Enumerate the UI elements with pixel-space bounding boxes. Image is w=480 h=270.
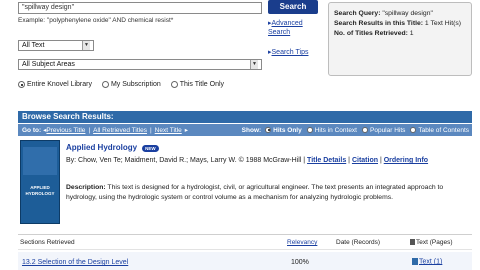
radio-label: This Title Only bbox=[179, 81, 225, 89]
cover-art bbox=[23, 147, 57, 175]
book-authors: By: Chow, Ven Te; Maidment, David R.; Ma… bbox=[66, 157, 306, 164]
goto-label: Go to: bbox=[22, 126, 42, 134]
show-option-label: Hits in Context bbox=[314, 126, 357, 134]
book-byline: By: Chow, Ven Te; Maidment, David R.; Ma… bbox=[66, 157, 429, 164]
ordering-info-link[interactable]: Ordering Info bbox=[384, 157, 428, 164]
radio-label: Entire Knovel Library bbox=[27, 81, 92, 89]
show-hits-in-context[interactable]: Hits in Context bbox=[306, 126, 357, 134]
show-popular-hits[interactable]: Popular Hits bbox=[362, 127, 405, 134]
radio-empty-icon bbox=[410, 126, 417, 133]
subject-select[interactable]: All Subject Areas ▼ bbox=[18, 59, 262, 70]
search-scope-radios: Entire Knovel Library My Subscription Th… bbox=[18, 81, 278, 88]
browse-results-bar: Browse Search Results: bbox=[18, 111, 472, 123]
advanced-search-link-wrap[interactable]: ▸Advanced Search bbox=[268, 19, 318, 37]
section-link[interactable]: 13.2 Selection of the Design Level bbox=[22, 259, 128, 266]
search-summary-box: Search Query: "spillway design" Search R… bbox=[328, 2, 472, 76]
col-relevancy-header[interactable]: Relevancy bbox=[287, 239, 317, 246]
browse-results-title: Browse Search Results: bbox=[22, 112, 114, 121]
show-hits-only[interactable]: Hits Only bbox=[265, 127, 302, 134]
search-input[interactable]: "spillway design" bbox=[18, 2, 262, 14]
radio-selected-icon bbox=[18, 81, 25, 88]
description-label: Description: bbox=[66, 184, 106, 191]
title-details-link[interactable]: Title Details bbox=[307, 157, 346, 164]
col-text-label: Text (Pages) bbox=[416, 239, 453, 246]
search-button[interactable]: Search bbox=[268, 0, 318, 14]
cover-title: APPLIED HYDROLOGY bbox=[21, 185, 59, 197]
summary-titles-label: No. of Titles Retrieved: bbox=[334, 30, 408, 37]
results-toolbar: Go to: ◂ Previous Title | All Retrieved Ti… bbox=[18, 124, 472, 136]
radio-my-subscription[interactable]: My Subscription bbox=[101, 81, 161, 89]
chevron-down-icon: ▼ bbox=[82, 41, 90, 50]
show-option-label: Table of Contents bbox=[418, 126, 469, 134]
show-option-label: Popular Hits bbox=[370, 126, 406, 134]
radio-empty-icon bbox=[306, 126, 313, 133]
relevancy-value: 100% bbox=[291, 259, 309, 266]
show-table-of-contents[interactable]: Table of Contents bbox=[410, 127, 469, 134]
book-title-link[interactable]: Applied Hydrology bbox=[66, 143, 137, 152]
arrow-right-icon: ▸ bbox=[184, 127, 189, 134]
text-hits-cell[interactable]: Text (1) bbox=[412, 258, 442, 265]
search-example-text: Example: "polyphenylene oxide" AND chemi… bbox=[18, 17, 174, 24]
radio-empty-icon bbox=[101, 81, 109, 88]
search-tips-link[interactable]: Search Tips bbox=[272, 49, 309, 56]
radio-this-title[interactable]: This Title Only bbox=[170, 81, 225, 89]
radio-empty-icon bbox=[170, 81, 178, 88]
description-text: This text is designed for a hydrologist,… bbox=[66, 184, 444, 201]
col-text-header: Text (Pages) bbox=[410, 239, 453, 246]
radio-entire-library[interactable]: Entire Knovel Library bbox=[18, 81, 92, 88]
next-title-link[interactable]: Next Title bbox=[155, 127, 182, 134]
radio-empty-icon bbox=[362, 126, 368, 133]
text-hits-link[interactable]: Text (1) bbox=[419, 258, 442, 265]
table-divider bbox=[18, 234, 472, 235]
advanced-search-link[interactable]: Advanced Search bbox=[268, 20, 303, 36]
book-title-row: Applied Hydrology NEW bbox=[66, 143, 186, 152]
show-label: Show: bbox=[241, 126, 262, 134]
previous-title-link[interactable]: Previous Title bbox=[46, 127, 85, 134]
summary-titles-value: 1 bbox=[409, 30, 414, 37]
col-date-header: Date (Records) bbox=[336, 239, 381, 246]
subject-select-value: All Subject Areas bbox=[22, 61, 75, 68]
citation-link[interactable]: Citation bbox=[352, 157, 378, 164]
book-description: Description: This text is designed for a… bbox=[66, 183, 470, 202]
table-header-divider bbox=[18, 249, 472, 250]
scope-select-value: All Text bbox=[22, 42, 45, 49]
search-tips-link-wrap[interactable]: ▸Search Tips bbox=[268, 48, 328, 56]
chevron-down-icon: ▼ bbox=[250, 60, 258, 69]
radio-selected-icon bbox=[265, 126, 272, 133]
summary-results-value: 1 Text Hit(s) bbox=[424, 20, 462, 27]
summary-results-label: Search Results in this Title: bbox=[334, 20, 424, 27]
new-badge: NEW bbox=[142, 144, 159, 152]
show-option-label: Hits Only bbox=[273, 126, 302, 134]
book-cover-image[interactable]: APPLIED HYDROLOGY bbox=[20, 140, 60, 224]
summary-query-label: Search Query: bbox=[334, 10, 381, 17]
document-icon bbox=[410, 239, 415, 246]
cover-line-2: HYDROLOGY bbox=[25, 191, 55, 196]
all-retrieved-link[interactable]: All Retrieved Titles bbox=[93, 127, 147, 134]
summary-query-value: "spillway design" bbox=[382, 10, 433, 17]
document-icon bbox=[412, 258, 418, 265]
scope-select[interactable]: All Text ▼ bbox=[18, 40, 94, 51]
radio-label: My Subscription bbox=[110, 81, 161, 89]
col-sections-header: Sections Retrieved bbox=[20, 239, 75, 246]
